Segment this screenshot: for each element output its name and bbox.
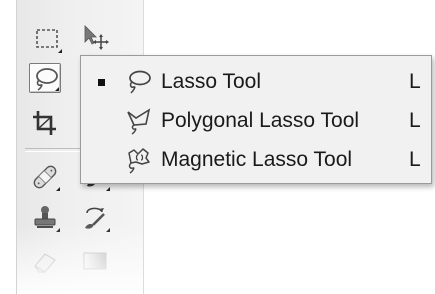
crop-icon bbox=[33, 111, 56, 135]
menu-item-shortcut: L bbox=[409, 109, 421, 132]
menu-item-magnetic-lasso-tool[interactable]: Magnetic Lasso Tool L bbox=[81, 141, 431, 179]
clone-stamp-tool[interactable] bbox=[29, 203, 61, 233]
history-brush-tool[interactable] bbox=[79, 203, 111, 233]
gradient-icon bbox=[83, 252, 107, 270]
submenu-indicator bbox=[106, 187, 110, 191]
menu-item-shortcut: L bbox=[409, 148, 421, 171]
eraser-icon bbox=[34, 253, 56, 273]
menu-item-label: Polygonal Lasso Tool bbox=[161, 109, 360, 132]
menu-item-label: Lasso Tool bbox=[161, 70, 262, 93]
eraser-tool[interactable] bbox=[29, 246, 61, 276]
lasso-icon bbox=[129, 70, 151, 94]
lasso-flyout-menu: Lasso Tool L Polygonal Lasso Tool L Magn… bbox=[80, 55, 432, 184]
menu-item-polygonal-lasso-tool[interactable]: Polygonal Lasso Tool L bbox=[81, 102, 431, 140]
submenu-indicator bbox=[106, 228, 110, 232]
move-icon bbox=[84, 25, 109, 50]
marquee-tool[interactable] bbox=[31, 24, 63, 54]
menu-item-shortcut: L bbox=[409, 70, 421, 93]
menu-item-lasso-tool[interactable]: Lasso Tool L bbox=[81, 63, 431, 101]
menu-item-label: Magnetic Lasso Tool bbox=[161, 148, 353, 171]
submenu-indicator bbox=[56, 187, 60, 191]
crop-tool[interactable] bbox=[29, 108, 61, 138]
magnetic-lasso-icon bbox=[128, 148, 150, 174]
move-tool[interactable] bbox=[79, 22, 111, 52]
submenu-indicator bbox=[55, 87, 59, 91]
lasso-tool[interactable] bbox=[29, 63, 61, 93]
healing-brush-tool[interactable] bbox=[29, 162, 61, 192]
polygonal-lasso-icon bbox=[127, 108, 151, 135]
submenu-indicator bbox=[56, 228, 60, 232]
submenu-indicator bbox=[58, 49, 62, 53]
gradient-tool[interactable] bbox=[79, 246, 111, 276]
selected-bullet-icon bbox=[98, 79, 105, 86]
photoshop-tools-stage: Lasso Tool L Polygonal Lasso Tool L Magn… bbox=[0, 0, 435, 294]
